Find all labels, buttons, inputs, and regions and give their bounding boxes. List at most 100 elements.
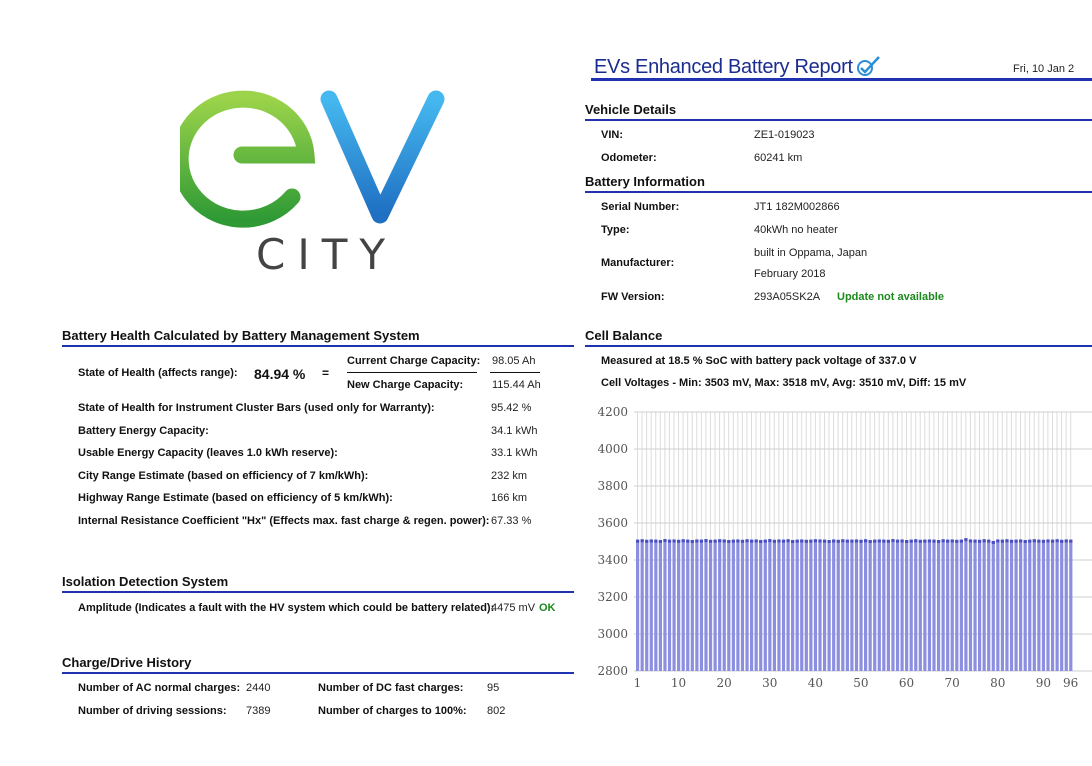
cell-voltage-bar: [950, 539, 954, 671]
cell-voltage-bar: [1060, 539, 1064, 671]
cell-voltage-bar-cap: [886, 539, 890, 543]
cell-voltage-bar-cap: [1009, 539, 1014, 543]
y-tick-label: 3400: [597, 553, 628, 567]
cell-voltage-bar: [672, 539, 676, 671]
cell-voltage-bar-cap: [955, 539, 959, 543]
cell-voltage-bar-cap: [1060, 539, 1064, 543]
fw-label: FW Version:: [601, 291, 665, 303]
cell-voltage-bar-cap: [923, 539, 927, 543]
cell-voltage-bar: [645, 539, 649, 671]
cell-voltage-bar: [695, 539, 699, 671]
cell-voltage-bar-cap: [964, 538, 968, 542]
cell-voltage-bar: [713, 539, 717, 671]
cell-voltage-bar-cap: [672, 539, 676, 543]
cell-voltage-bar: [818, 539, 822, 671]
odometer-value: 60241 km: [754, 152, 803, 164]
cell-voltage-bar-cap: [845, 539, 849, 543]
cell-voltage-bar-cap: [800, 539, 804, 543]
y-tick-label: 4200: [597, 405, 628, 419]
cell-voltage-bar-cap: [873, 539, 877, 543]
health-row-label: City Range Estimate (based on efficiency…: [78, 470, 369, 482]
cell-voltage-bar-cap: [982, 539, 986, 543]
cell-measured-text: Measured at 18.5 % SoC with battery pack…: [601, 355, 917, 367]
cell-voltage-bar-cap: [768, 539, 772, 543]
cell-voltage-bar: [882, 539, 886, 671]
cell-voltage-bar-cap: [978, 539, 982, 543]
cell-voltage-bar: [759, 540, 763, 671]
x-tick-label: 30: [762, 676, 777, 690]
driving-sessions-value: 7389: [246, 705, 271, 717]
cell-voltage-bar: [982, 539, 986, 671]
manufacturer-label: Manufacturer:: [601, 257, 675, 269]
cell-voltage-bar: [1005, 539, 1009, 671]
cell-voltage-bar-cap: [991, 540, 995, 544]
cell-voltage-bar: [946, 539, 950, 671]
vin-value: ZE1-019023: [754, 129, 815, 141]
cell-voltage-bar-cap: [727, 540, 731, 544]
cell-voltage-bar: [941, 539, 945, 671]
cell-voltage-bar-cap: [745, 539, 749, 543]
cell-voltage-bar-cap: [1041, 539, 1046, 543]
cell-voltage-bar: [1019, 539, 1023, 671]
cell-voltage-bar-cap: [677, 539, 681, 543]
dc-charges-value: 95: [487, 682, 500, 694]
cell-voltage-bar-cap: [900, 539, 904, 543]
soh-value: 84.94 %: [254, 366, 306, 382]
cell-voltage-bar: [927, 539, 932, 671]
serial-value: JT1 182M002866: [754, 201, 840, 213]
cell-voltage-bar: [1028, 539, 1032, 671]
health-row-label: Highway Range Estimate (based on efficie…: [78, 492, 393, 504]
cell-voltage-bar: [923, 539, 927, 671]
manufacturer-line2: February 2018: [754, 268, 826, 280]
cell-voltage-bar-cap: [695, 539, 699, 543]
cell-voltage-bar-cap: [1005, 539, 1009, 543]
cell-voltage-bar-cap: [927, 539, 932, 543]
y-tick-label: 4000: [597, 442, 628, 456]
cell-voltage-chart: 2800 3000 3200 3400 3600 3800 4000 4200 1 10 20 30 4…: [597, 405, 1092, 690]
logo-city-text: CITY: [256, 230, 398, 279]
cell-voltage-bar-cap: [868, 540, 872, 544]
type-value: 40kWh no heater: [754, 224, 838, 236]
cell-voltage-bar: [836, 539, 840, 671]
y-tick-label: 3000: [597, 627, 628, 641]
full-charges-value: 802: [487, 705, 506, 717]
cell-voltage-bar-cap: [841, 539, 845, 543]
cell-voltage-bar-cap: [1023, 540, 1027, 544]
cell-voltage-bar: [663, 539, 667, 671]
cell-voltage-bar: [1055, 539, 1059, 671]
cell-voltage-bar-cap: [713, 539, 717, 543]
cell-voltage-bar: [873, 539, 877, 671]
cell-voltage-bar: [718, 539, 722, 671]
fraction-line: [347, 372, 477, 373]
history-section-title: Charge/Drive History: [62, 655, 574, 674]
cell-voltage-bar: [727, 540, 731, 671]
cell-voltage-bar-cap: [905, 540, 909, 544]
cell-voltage-bar-cap: [859, 539, 863, 543]
report-date: Fri, 10 Jan 2: [1013, 63, 1075, 75]
isolation-status: OK: [539, 602, 556, 614]
cell-voltage-bar: [822, 539, 827, 671]
cell-voltage-bar-cap: [895, 539, 900, 543]
cell-voltage-bar-cap: [822, 539, 827, 543]
current-capacity-label: Current Charge Capacity:: [347, 355, 481, 367]
cell-voltage-bar-cap: [663, 539, 667, 543]
cell-voltage-bar: [859, 539, 863, 671]
y-tick-label: 3800: [597, 479, 628, 493]
battery-section-title: Battery Information: [585, 174, 1092, 193]
cell-voltage-bar-cap: [640, 539, 644, 543]
cell-voltage-bar: [777, 539, 781, 671]
cell-voltage-bar-cap: [854, 539, 859, 543]
cell-voltage-bar: [781, 539, 786, 671]
cell-voltage-bar: [809, 539, 813, 671]
y-tick-label: 3600: [597, 516, 628, 530]
cell-voltage-bar: [636, 539, 640, 671]
cell-voltage-bar-cap: [718, 539, 722, 543]
cell-voltage-bar-cap: [722, 539, 726, 543]
cell-voltage-bar: [640, 539, 644, 671]
cell-voltage-bar: [722, 539, 726, 671]
cell-voltage-bar: [686, 539, 690, 671]
health-row-value: 166 km: [491, 492, 528, 504]
cell-voltage-bar-cap: [877, 539, 881, 543]
cell-voltage-bar-cap: [836, 539, 840, 543]
full-charges-label: Number of charges to 100%:: [318, 705, 467, 717]
